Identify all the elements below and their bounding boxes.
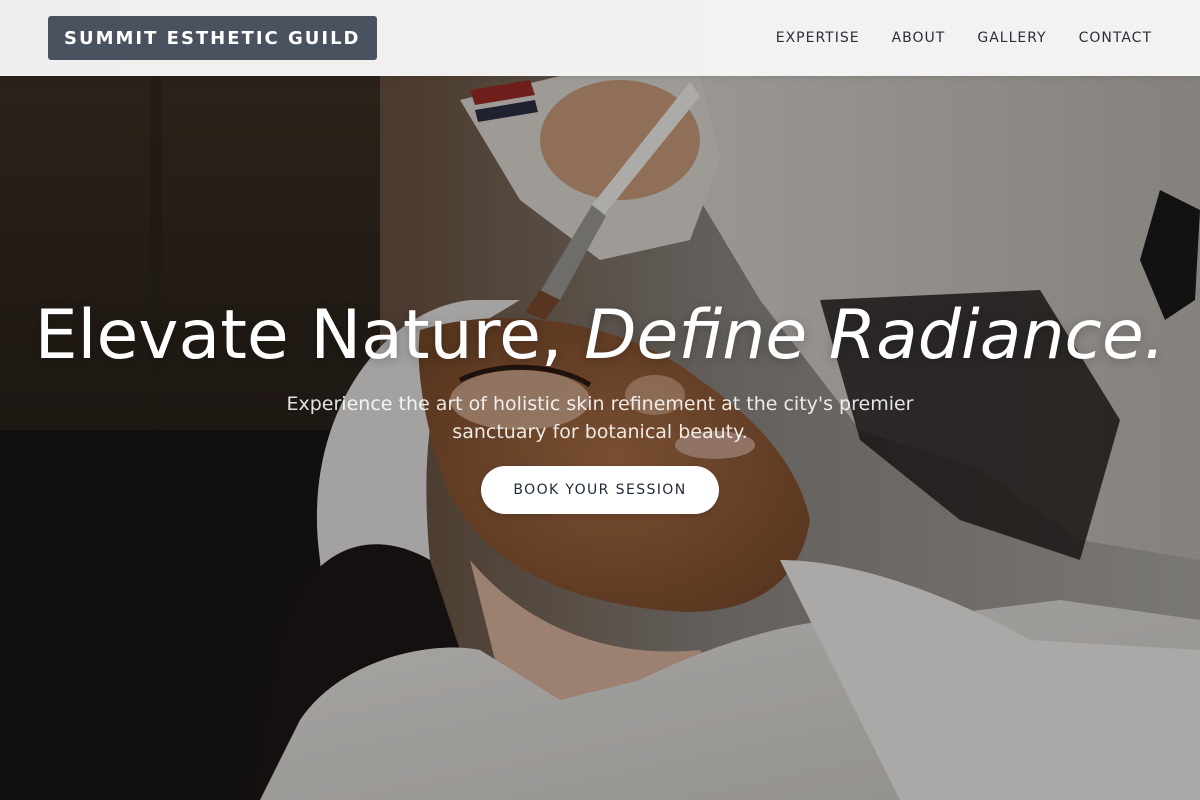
hero-title-plain: Elevate Nature, <box>34 296 585 375</box>
landing-page: SUMMIT ESTHETIC GUILD EXPERTISE ABOUT GA… <box>0 0 1200 800</box>
main-nav: EXPERTISE ABOUT GALLERY CONTACT <box>776 0 1152 76</box>
top-navbar: SUMMIT ESTHETIC GUILD EXPERTISE ABOUT GA… <box>0 0 1200 76</box>
nav-link-about[interactable]: ABOUT <box>892 30 946 46</box>
hero-section: Elevate Nature, Define Radiance. Experie… <box>0 296 1200 514</box>
book-session-button[interactable]: BOOK YOUR SESSION <box>481 466 719 514</box>
hero-title-accent: Define Radiance. <box>584 296 1166 375</box>
hero-subtitle: Experience the art of holistic skin refi… <box>286 393 914 443</box>
brand-logo[interactable]: SUMMIT ESTHETIC GUILD <box>48 16 377 60</box>
nav-link-contact[interactable]: CONTACT <box>1079 30 1152 46</box>
hero-title: Elevate Nature, Define Radiance. <box>0 296 1200 376</box>
nav-link-gallery[interactable]: GALLERY <box>977 30 1046 46</box>
nav-link-expertise[interactable]: EXPERTISE <box>776 30 860 46</box>
